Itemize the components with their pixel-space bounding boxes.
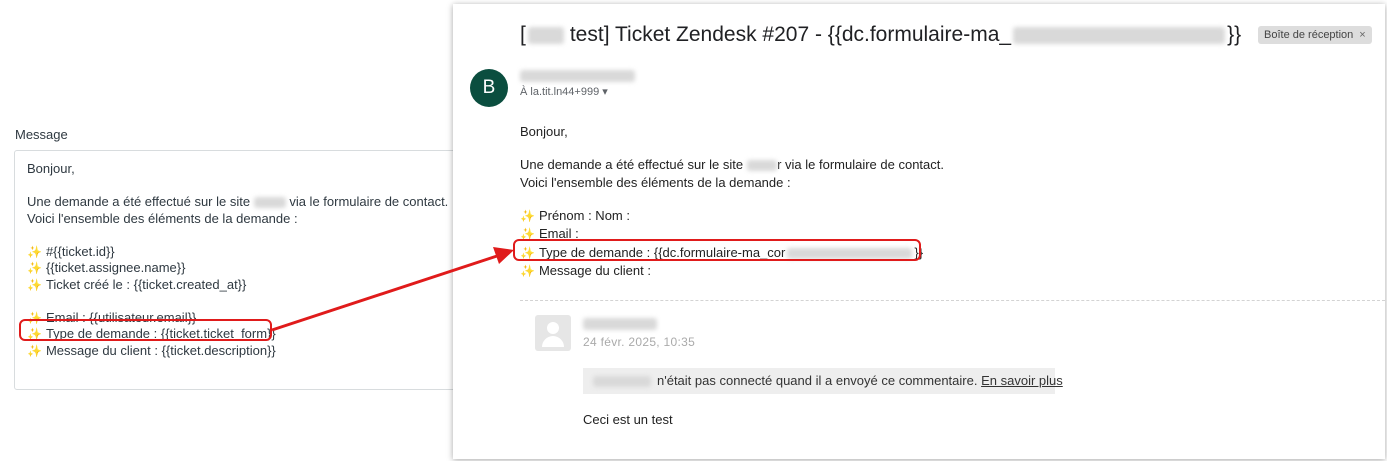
connector-arrow-icon xyxy=(271,247,514,332)
